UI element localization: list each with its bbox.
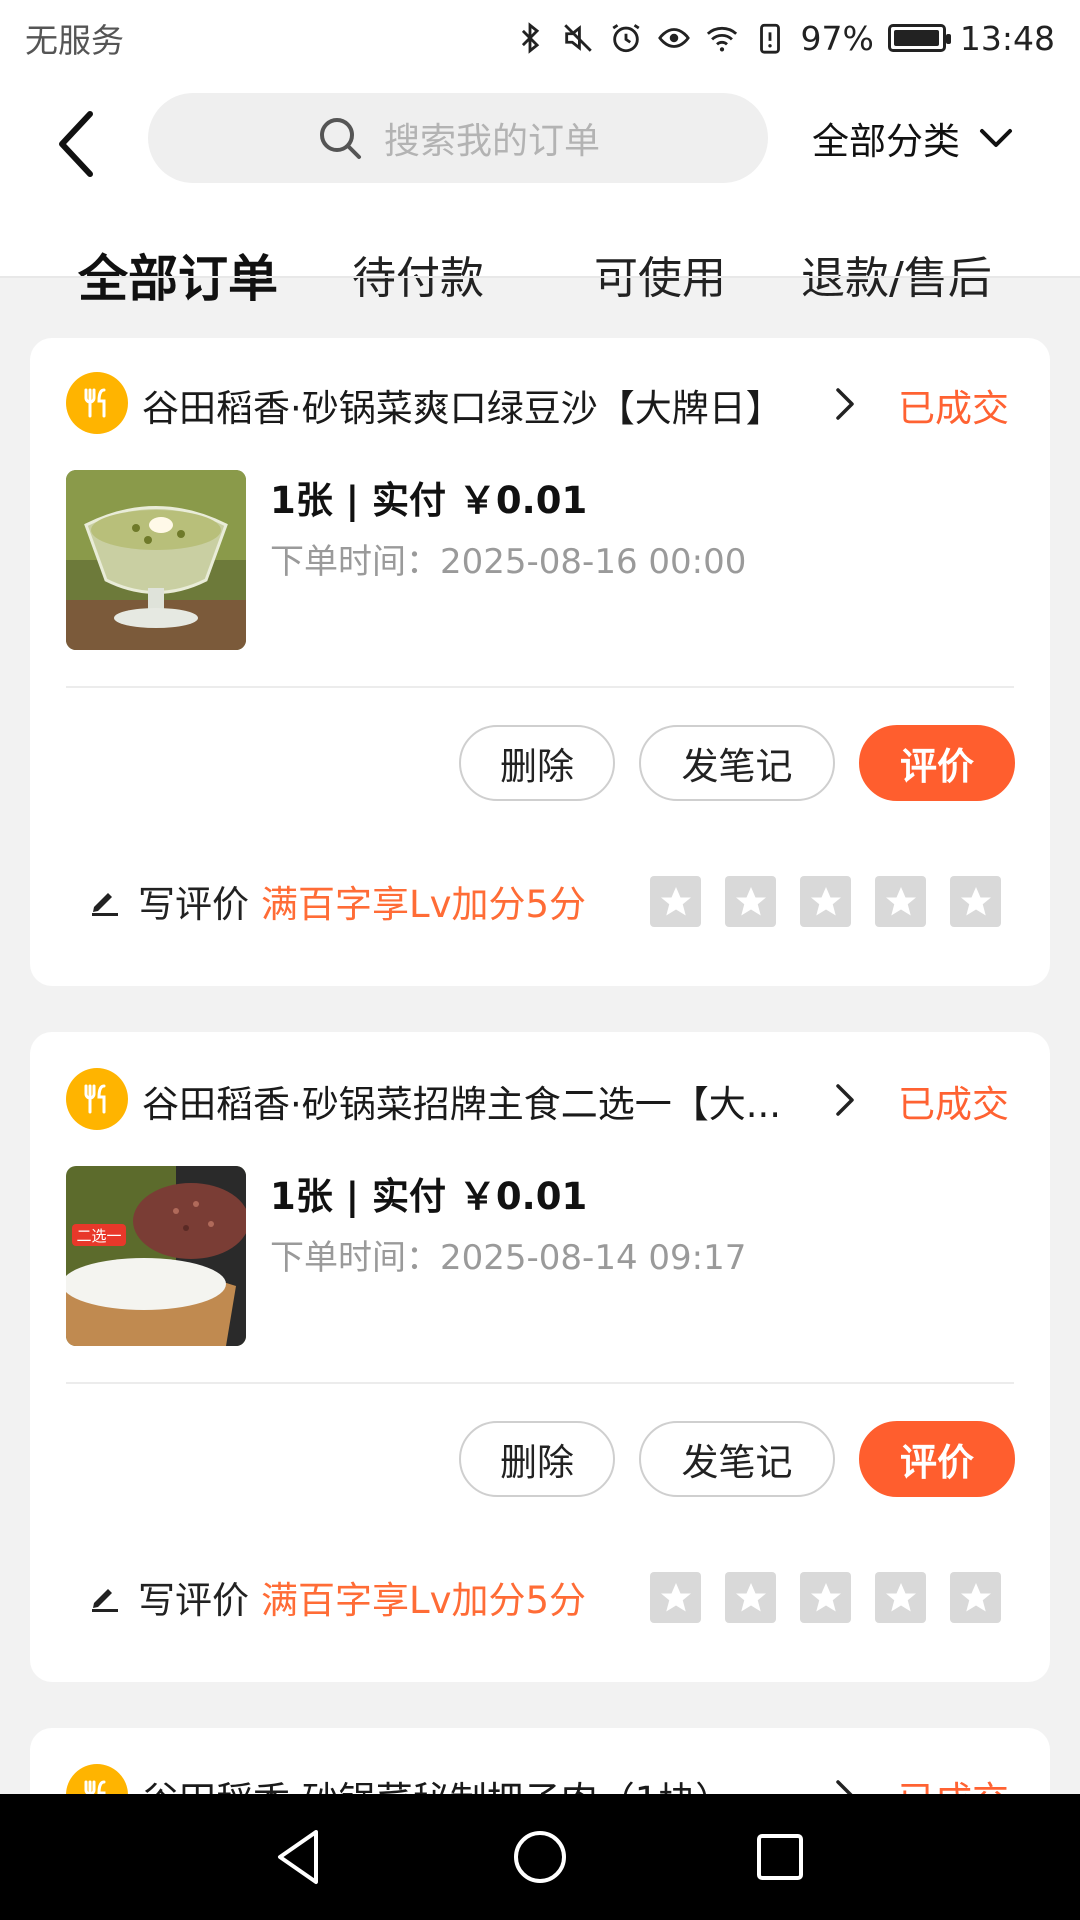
- delete-button[interactable]: 删除: [459, 1421, 615, 1497]
- order-time-value: 2025-08-14 09:17: [440, 1238, 747, 1278]
- write-review-label: 写评价: [138, 883, 249, 926]
- order-time-label: 下单时间：: [270, 1238, 440, 1278]
- star-icon[interactable]: [875, 876, 926, 927]
- order-time-label: 下单时间：: [270, 542, 440, 582]
- review-bonus-text: 满百字享Lv加分5分: [261, 883, 587, 926]
- write-note-button[interactable]: 发笔记: [639, 1421, 835, 1497]
- star-icon[interactable]: [725, 876, 776, 927]
- review-button[interactable]: 评价: [859, 1421, 1015, 1497]
- pen-icon: [92, 1589, 118, 1612]
- carrier-text: 无服务: [25, 21, 124, 60]
- order-tabs: 全部订单 待付款 可使用 退款/售后: [0, 224, 1080, 374]
- pen-icon: [92, 893, 118, 916]
- tab-pending-payment[interactable]: 待付款: [352, 224, 484, 334]
- bluetooth-icon: [521, 22, 539, 54]
- order-time: 下单时间：2025-08-14 09:17: [270, 1230, 746, 1279]
- back-arrow-icon[interactable]: [50, 104, 110, 184]
- status-bar: 无服务 97% 13:48: [0, 0, 1080, 76]
- write-review-row[interactable]: 写评价 满百字享Lv加分5分: [88, 871, 586, 931]
- star-icon[interactable]: [725, 1572, 776, 1623]
- delete-button[interactable]: 删除: [459, 725, 615, 801]
- product-thumbnail[interactable]: [66, 470, 246, 650]
- header-divider: [0, 276, 1080, 278]
- battery-alert-icon: [759, 23, 780, 54]
- store-name[interactable]: 谷田稻香·砂锅菜爽口绿豆沙【大牌日】: [142, 378, 842, 432]
- write-review-row[interactable]: 写评价 满百字享Lv加分5分: [88, 1567, 586, 1627]
- star-icon[interactable]: [950, 1572, 1001, 1623]
- star-icon[interactable]: [800, 1572, 851, 1623]
- status-icons: 97% 13:48: [513, 19, 1055, 58]
- nav-recents-icon[interactable]: [747, 1824, 813, 1890]
- order-summary: 1张 | 实付 ￥0.01: [270, 479, 588, 522]
- product-thumbnail[interactable]: 二选一: [66, 1166, 246, 1346]
- star-icon[interactable]: [950, 876, 1001, 927]
- search-icon: [319, 118, 361, 159]
- eye-icon: [657, 28, 690, 48]
- restaurant-icon: [66, 372, 128, 434]
- mute-icon: [563, 24, 592, 52]
- tab-all-orders[interactable]: 全部订单: [78, 224, 278, 334]
- star-icon[interactable]: [800, 876, 851, 927]
- clock: 13:48: [959, 18, 1055, 58]
- chevron-right-icon[interactable]: [830, 384, 860, 424]
- star-icon[interactable]: [875, 1572, 926, 1623]
- card-divider: [66, 686, 1014, 688]
- battery-icon: [887, 24, 951, 52]
- alarm-icon: [611, 24, 640, 53]
- battery-percent: 97%: [800, 18, 874, 58]
- star-rating[interactable]: [650, 876, 1001, 927]
- star-icon[interactable]: [650, 876, 701, 927]
- write-note-button[interactable]: 发笔记: [639, 725, 835, 801]
- card-divider: [66, 1382, 1014, 1384]
- order-status: 已成交: [898, 1083, 1009, 1126]
- store-name[interactable]: 谷田稻香·砂锅菜招牌主食二选一【大...: [142, 1074, 842, 1128]
- write-review-label: 写评价: [138, 1579, 249, 1622]
- star-rating[interactable]: [650, 1572, 1001, 1623]
- tab-refund-aftersale[interactable]: 退款/售后: [801, 224, 992, 334]
- restaurant-icon: [66, 1068, 128, 1130]
- category-label: 全部分类: [812, 120, 960, 163]
- thumb-badge: 二选一: [76, 1227, 121, 1245]
- system-nav-bar: [0, 1794, 1080, 1920]
- review-bonus-text: 满百字享Lv加分5分: [261, 1579, 587, 1622]
- order-status: 已成交: [898, 387, 1009, 430]
- search-input[interactable]: 搜索我的订单: [148, 93, 768, 183]
- wifi-icon: [706, 26, 737, 52]
- order-card: 谷田稻香·砂锅菜招牌主食二选一【大... 已成交 二选一 1张 | 实付 ￥0.…: [30, 1032, 1050, 1682]
- nav-back-icon[interactable]: [266, 1824, 332, 1890]
- review-button[interactable]: 评价: [859, 725, 1015, 801]
- order-time: 下单时间：2025-08-16 00:00: [270, 534, 746, 583]
- chevron-down-icon: [980, 129, 1012, 147]
- chevron-right-icon[interactable]: [830, 1080, 860, 1120]
- star-icon[interactable]: [650, 1572, 701, 1623]
- category-dropdown[interactable]: 全部分类: [812, 106, 1014, 170]
- search-placeholder: 搜索我的订单: [383, 121, 600, 162]
- nav-home-icon[interactable]: [507, 1824, 573, 1890]
- header: 搜索我的订单 全部分类 全部订单 待付款 可使用 退款/售后: [0, 76, 1080, 374]
- order-time-value: 2025-08-16 00:00: [440, 542, 747, 582]
- order-card: 谷田稻香·砂锅菜爽口绿豆沙【大牌日】 已成交 1张 | 实付 ￥0.01 下单时…: [30, 338, 1050, 986]
- order-summary: 1张 | 实付 ￥0.01: [270, 1175, 588, 1218]
- tab-usable[interactable]: 可使用: [594, 224, 726, 334]
